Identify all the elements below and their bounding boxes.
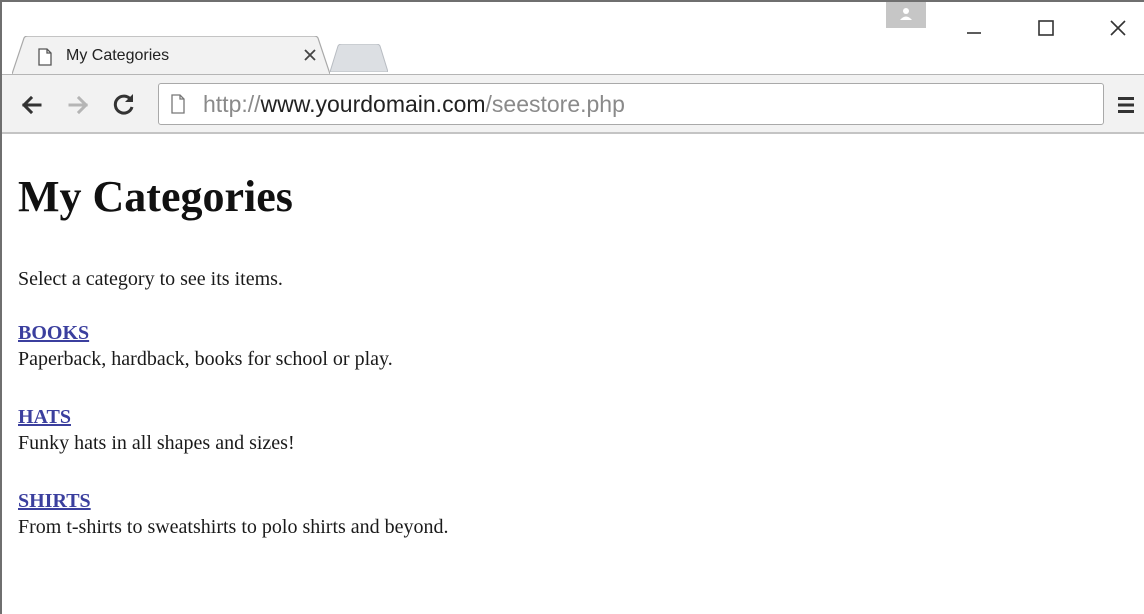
url-host: www.yourdomain.com [260, 91, 486, 117]
category-item-books: BOOKS Paperback, hardback, books for sch… [18, 320, 1018, 372]
close-icon[interactable] [302, 47, 318, 63]
hamburger-menu-icon [1118, 97, 1134, 113]
tab-strip: My Categories [2, 2, 1144, 74]
page-icon [38, 48, 52, 66]
category-description: Paperback, hardback, books for school or… [18, 348, 393, 370]
page-icon [171, 94, 185, 114]
intro-text: Select a category to see its items. [18, 268, 283, 290]
page-title: My Categories [18, 172, 293, 221]
tab-my-categories[interactable]: My Categories [12, 36, 330, 74]
browser-toolbar: http://www.yourdomain.com/seestore.php [2, 74, 1144, 134]
window-close-button[interactable] [1096, 12, 1140, 42]
category-link-shirts[interactable]: SHIRTS [18, 488, 1018, 514]
category-description: From t-shirts to sweatshirts to polo shi… [18, 516, 449, 538]
user-icon [900, 8, 912, 20]
page-content: My Categories Select a category to see i… [2, 134, 1144, 614]
back-button[interactable] [18, 91, 46, 119]
minimize-button[interactable] [952, 12, 996, 42]
address-url[interactable]: http://www.yourdomain.com/seestore.php [203, 91, 625, 118]
arrow-left-icon [21, 95, 42, 115]
category-item-hats: HATS Funky hats in all shapes and sizes! [18, 404, 1018, 456]
category-item-shirts: SHIRTS From t-shirts to sweatshirts to p… [18, 488, 1018, 540]
reload-button[interactable] [110, 91, 138, 119]
forward-button[interactable] [64, 91, 92, 119]
url-path: /seestore.php [485, 91, 625, 117]
maximize-icon [1038, 20, 1054, 36]
reload-icon [113, 94, 134, 115]
category-description: Funky hats in all shapes and sizes! [18, 432, 295, 454]
maximize-button[interactable] [1024, 12, 1068, 42]
menu-button[interactable] [1114, 91, 1138, 119]
category-link-books[interactable]: BOOKS [18, 320, 1018, 346]
new-tab-button[interactable] [329, 43, 389, 73]
minimize-icon [967, 32, 981, 34]
tab-title: My Categories [66, 47, 170, 64]
tab-shape [12, 36, 330, 74]
profile-button[interactable] [886, 2, 926, 28]
browser-window: My Categories http://www.yourdomain.com/… [0, 0, 1144, 614]
address-bar[interactable]: http://www.yourdomain.com/seestore.php [158, 83, 1104, 125]
close-icon [1110, 20, 1126, 36]
category-link-hats[interactable]: HATS [18, 404, 1018, 430]
arrow-right-icon [68, 95, 89, 115]
url-scheme: http:// [203, 91, 261, 117]
